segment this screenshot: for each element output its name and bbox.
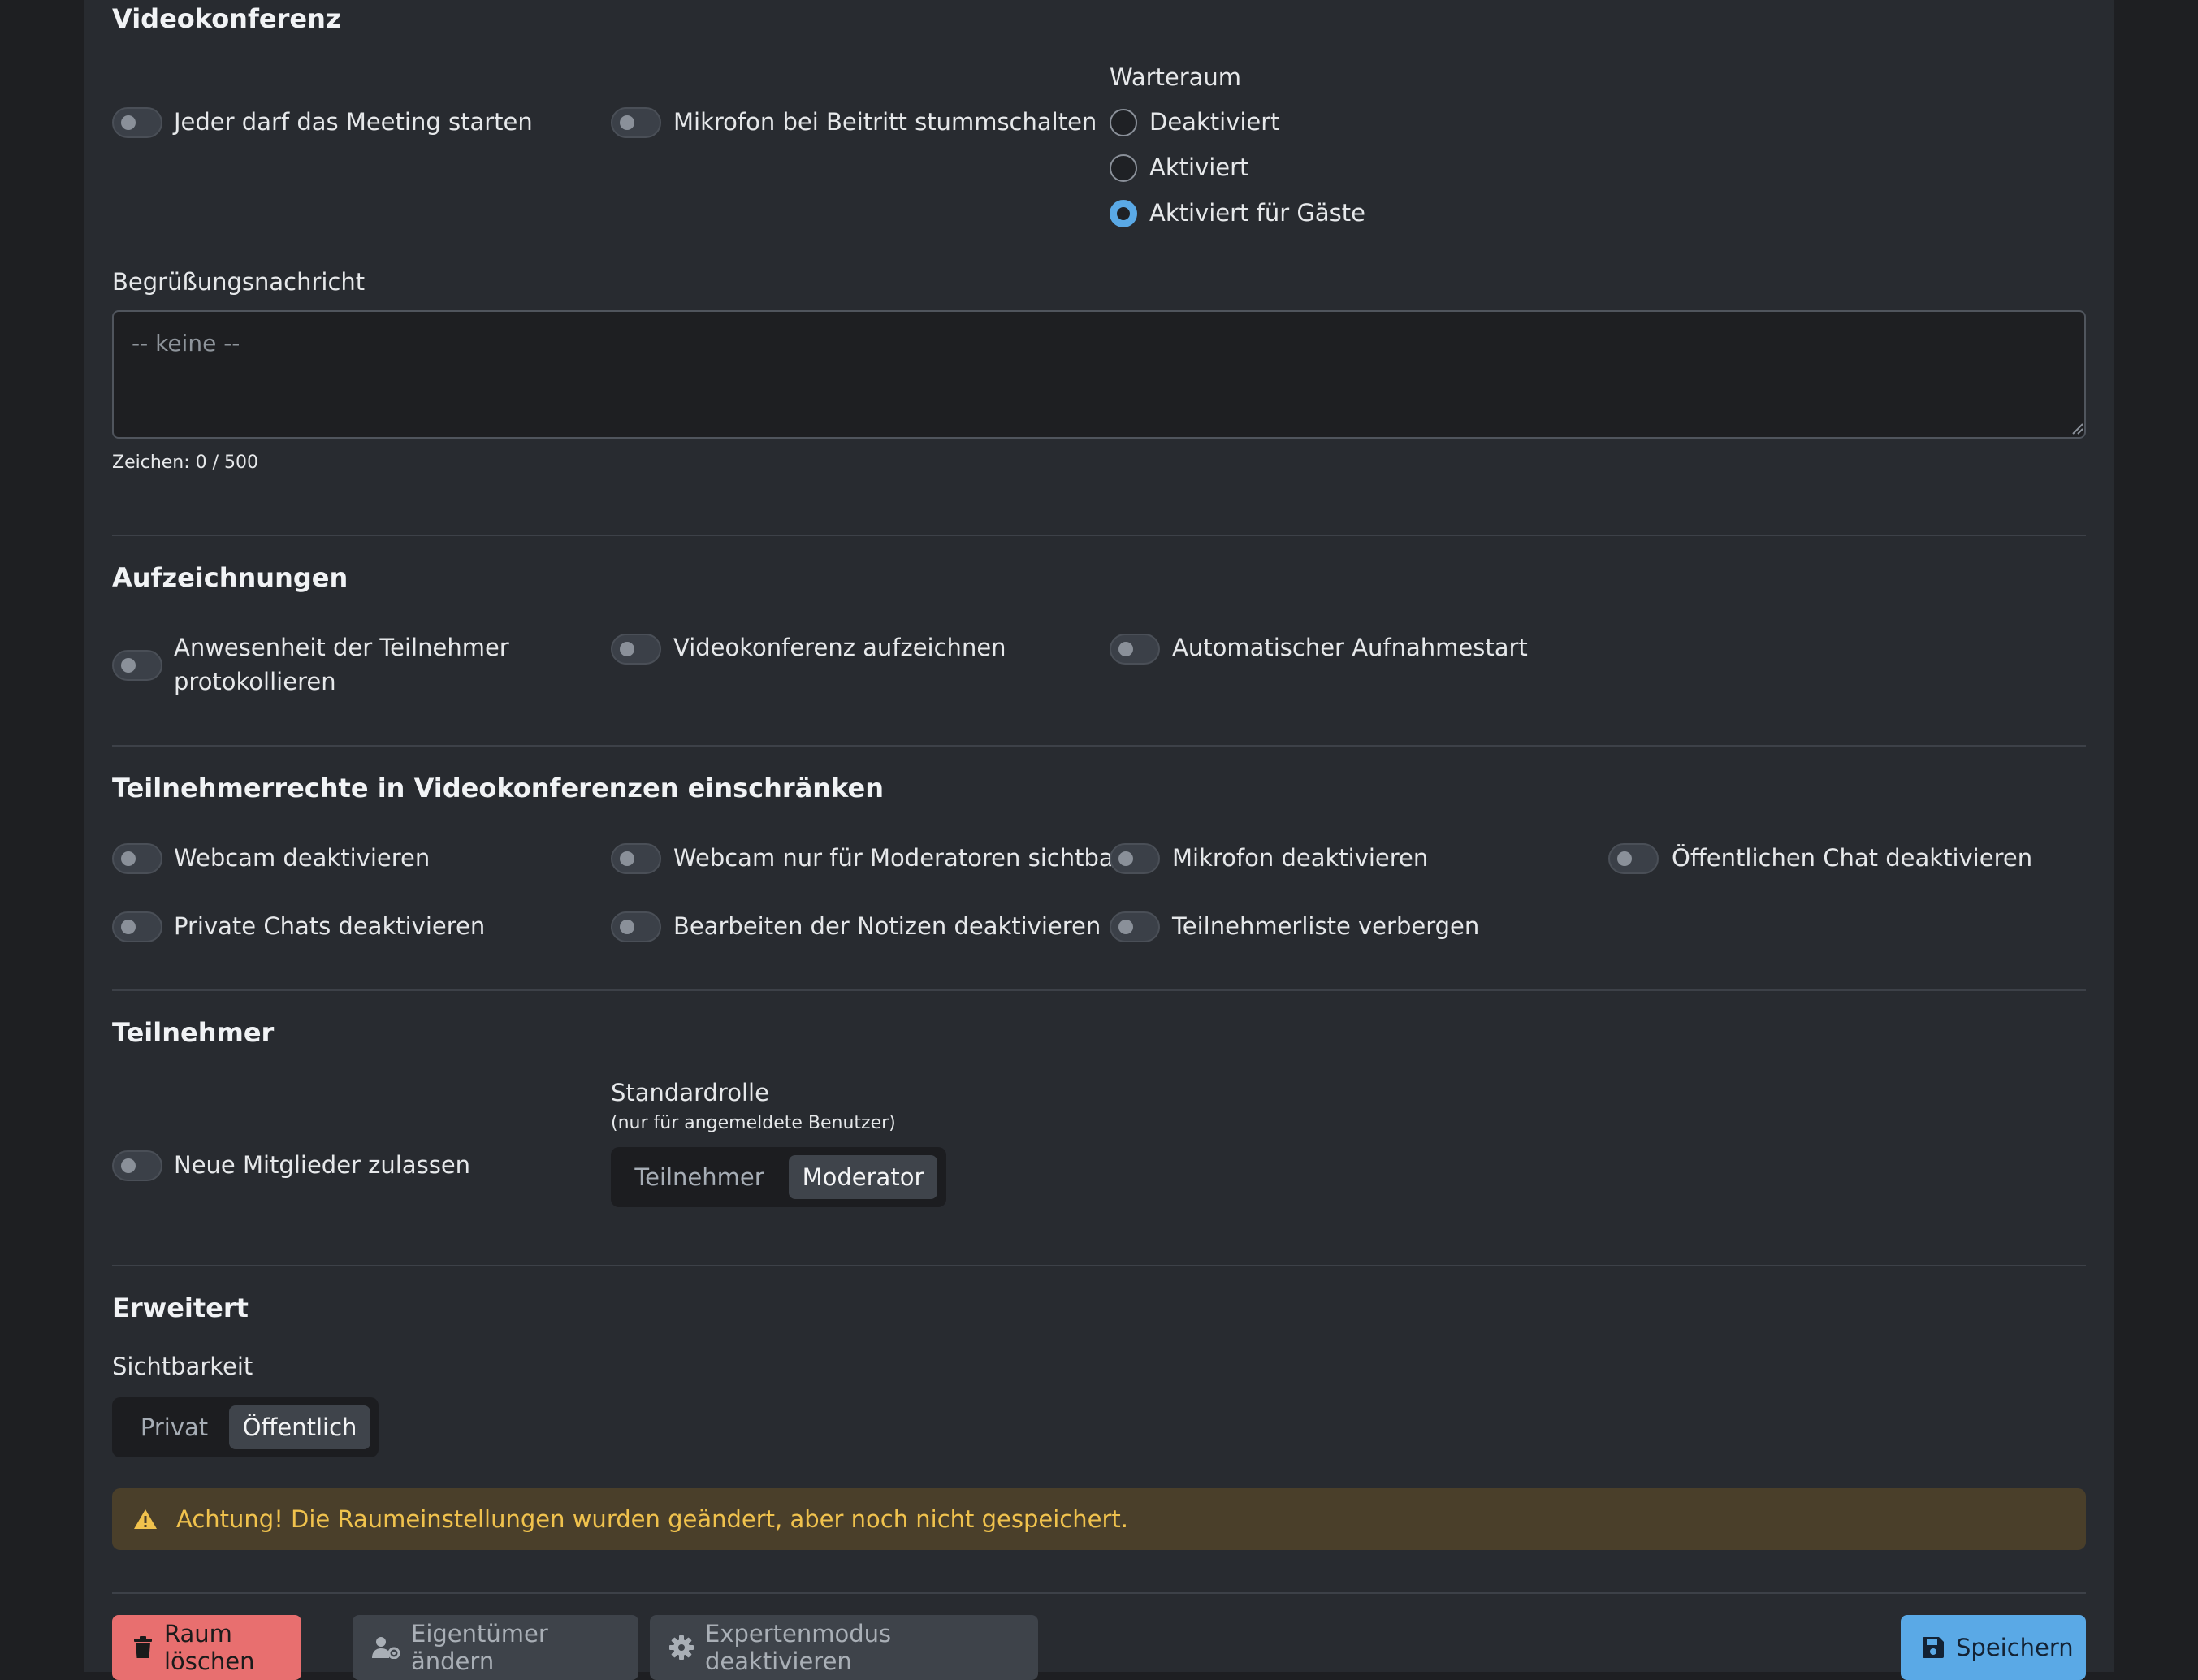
save-button[interactable]: Speichern (1901, 1615, 2086, 1680)
label-hide-userlist: Teilnehmerliste verbergen (1172, 912, 1480, 940)
section-title-advanced: Erweitert (112, 1292, 249, 1323)
change-owner-button[interactable]: Eigentümer ändern (353, 1615, 638, 1680)
welcome-char-counter: Zeichen: 0 / 500 (112, 452, 259, 473)
trash-icon (133, 1636, 153, 1659)
radio-waiting-enabled[interactable] (1110, 154, 1137, 182)
alert-text: Achtung! Die Raumeinstellungen wurden ge… (176, 1505, 1128, 1533)
role-option-participant[interactable]: Teilnehmer (619, 1155, 780, 1199)
toggle-webcam-disable[interactable] (112, 843, 162, 874)
toggle-anyone-start[interactable] (112, 107, 162, 138)
user-gear-icon (372, 1636, 400, 1659)
radio-label-waiting-disabled: Deaktiviert (1149, 108, 1280, 136)
radio-label-waiting-guests: Aktiviert für Gäste (1149, 199, 1365, 227)
toggle-webcam-moderators[interactable] (611, 843, 661, 874)
delete-room-label: Raum löschen (164, 1620, 255, 1675)
divider (112, 989, 2086, 991)
settings-panel (84, 0, 2114, 1672)
save-label: Speichern (1956, 1634, 2074, 1661)
label-anyone-start: Jeder darf das Meeting starten (174, 108, 533, 136)
label-mute-on-join: Mikrofon bei Beitritt stummschalten (673, 108, 1097, 136)
toggle-hide-userlist[interactable] (1110, 911, 1160, 942)
section-title-participants: Teilnehmer (112, 1017, 275, 1048)
label-private-chats-disable: Private Chats deaktivieren (174, 912, 486, 940)
toggle-auto-start[interactable] (1110, 634, 1160, 665)
label-public-chat-disable: Öffentlichen Chat deaktivieren (1672, 844, 2033, 872)
label-webcam-moderators: Webcam nur für Moderatoren sichtbar (673, 844, 1123, 872)
visibility-option-public[interactable]: Öffentlich (229, 1405, 370, 1449)
welcome-message-placeholder: -- keine -- (132, 330, 240, 357)
welcome-message-label: Begrüßungsnachricht (112, 268, 366, 296)
label-auto-start: Automatischer Aufnahmestart (1172, 634, 1528, 661)
unsaved-changes-alert: Achtung! Die Raumeinstellungen wurden ge… (112, 1488, 2086, 1550)
section-title-recordings: Aufzeichnungen (112, 562, 348, 593)
delete-room-button[interactable]: Raum löschen (112, 1615, 301, 1680)
label-webcam-disable: Webcam deaktivieren (174, 844, 431, 872)
role-option-moderator[interactable]: Moderator (789, 1155, 937, 1199)
visibility-option-private[interactable]: Privat (120, 1405, 228, 1449)
label-attendance-line2: protokollieren (174, 668, 336, 695)
change-owner-label: Eigentümer ändern (411, 1620, 548, 1675)
divider (112, 1592, 2086, 1594)
section-title-restrictions: Teilnehmerrechte in Videokonferenzen ein… (112, 773, 884, 803)
expert-mode-button[interactable]: Expertenmodus deaktivieren (650, 1615, 1038, 1680)
label-notes-disable: Bearbeiten der Notizen deaktivieren (673, 912, 1101, 940)
visibility-label: Sichtbarkeit (112, 1353, 253, 1380)
waiting-room-label: Warteraum (1110, 63, 1242, 91)
divider (112, 745, 2086, 747)
toggle-private-chats-disable[interactable] (112, 911, 162, 942)
radio-waiting-guests[interactable] (1110, 200, 1137, 227)
radio-label-waiting-enabled: Aktiviert (1149, 154, 1249, 181)
toggle-record[interactable] (611, 634, 661, 665)
toggle-mute-on-join[interactable] (611, 107, 661, 138)
divider (112, 1265, 2086, 1266)
label-record: Videokonferenz aufzeichnen (673, 634, 1006, 661)
label-attendance-line1: Anwesenheit der Teilnehmer (174, 634, 509, 661)
toggle-public-chat-disable[interactable] (1608, 843, 1659, 874)
visibility-switch: Privat Öffentlich (112, 1397, 379, 1457)
toggle-mic-disable[interactable] (1110, 843, 1160, 874)
section-title-videokonferenz: Videokonferenz (112, 3, 341, 34)
expert-mode-label: Expertenmodus deaktivieren (705, 1620, 892, 1675)
default-role-hint: (nur für angemeldete Benutzer) (611, 1113, 896, 1133)
toggle-attendance[interactable] (112, 650, 162, 681)
default-role-label: Standardrolle (611, 1079, 769, 1106)
toggle-new-members[interactable] (112, 1150, 162, 1181)
warning-icon (134, 1509, 157, 1529)
toggle-notes-disable[interactable] (611, 911, 661, 942)
save-icon (1922, 1636, 1945, 1659)
label-mic-disable: Mikrofon deaktivieren (1172, 844, 1429, 872)
label-new-members: Neue Mitglieder zulassen (174, 1151, 471, 1179)
divider (112, 535, 2086, 536)
gear-icon (669, 1635, 694, 1660)
resize-handle-icon[interactable] (2071, 422, 2084, 435)
radio-waiting-disabled[interactable] (1110, 109, 1137, 136)
default-role-switch: Teilnehmer Moderator (611, 1147, 946, 1207)
welcome-message-input[interactable]: -- keine -- (112, 310, 2086, 439)
